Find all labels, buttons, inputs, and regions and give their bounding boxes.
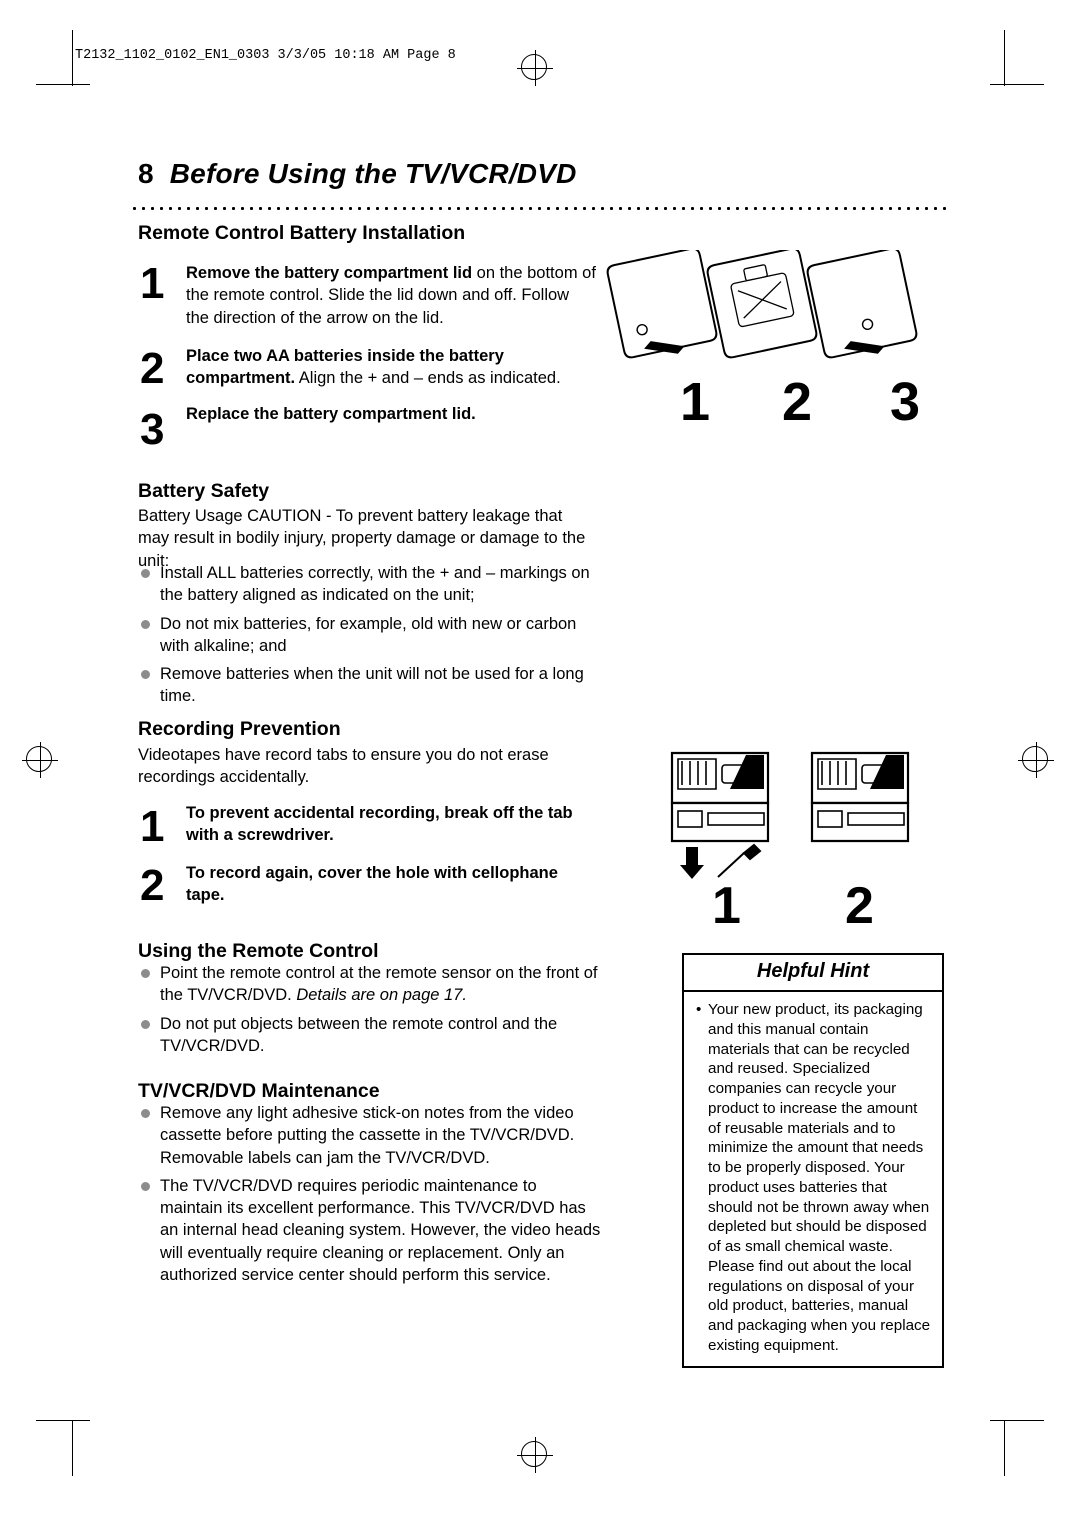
maintenance-bullets: Remove any light adhesive stick-on notes… <box>138 1102 602 1292</box>
videocassette-illustration <box>670 751 910 879</box>
step-text-rp-2: To record again, cover the hole with cel… <box>186 862 598 907</box>
figure-label-remote-2: 2 <box>782 372 813 432</box>
bullet-text: Install ALL batteries correctly, with th… <box>160 564 590 605</box>
helpful-hint-body: Your new product, its packaging and this… <box>684 992 942 1366</box>
bullet-text: Remove any light adhesive stick-on notes… <box>160 1104 575 1167</box>
step-text-rp-2-bold: To record again, cover the hole with cel… <box>186 864 558 905</box>
helpful-hint-title: Helpful Hint <box>684 955 942 992</box>
step-text-rp-1-bold: To prevent accidental recording, break o… <box>186 804 573 845</box>
battery-safety-bullets: Install ALL batteries correctly, with th… <box>138 562 602 714</box>
remote-control-illustration <box>606 250 918 359</box>
step-text-1: Remove the battery compartment lid on th… <box>186 262 596 329</box>
list-item: Do not mix batteries, for example, old w… <box>138 613 602 658</box>
figure-label-cassette-2: 2 <box>845 877 874 935</box>
helpful-hint-paragraph-1: Your new product, its packaging and this… <box>696 1000 932 1257</box>
crop-mark-top-left-horizontal <box>36 84 90 85</box>
step-text-2: Place two AA batteries inside the batter… <box>186 345 596 390</box>
helpful-hint-paragraph-2: Please find out about the local regulati… <box>708 1257 931 1354</box>
heading-maintenance: TV/VCR/DVD Maintenance <box>138 1080 380 1102</box>
bullet-text: Do not put objects between the remote co… <box>160 1014 558 1055</box>
page-title-text: Before Using the TV/VCR/DVD <box>169 158 577 189</box>
helpful-hint-box: Helpful Hint Your new product, its packa… <box>682 953 944 1368</box>
using-remote-bullets: Point the remote control at the remote s… <box>138 962 602 1063</box>
list-item: Remove batteries when the unit will not … <box>138 663 602 708</box>
title-divider <box>130 206 948 211</box>
figure-label-cassette-1: 1 <box>712 877 741 935</box>
crop-mark-top-left-vertical <box>72 30 73 86</box>
step-text-3-bold: Replace the battery compartment lid. <box>186 405 476 423</box>
bullet-text: The TV/VCR/DVD requires periodic mainten… <box>160 1176 601 1284</box>
registration-mark-bottom <box>517 1437 553 1473</box>
bullet-text: Remove batteries when the unit will not … <box>160 665 584 706</box>
registration-mark-right <box>1018 742 1054 778</box>
heading-battery-installation: Remote Control Battery Installation <box>138 222 466 244</box>
bullet-text: Do not mix batteries, for example, old w… <box>160 614 577 655</box>
crop-mark-bottom-left-vertical <box>72 1420 73 1476</box>
list-item: Do not put objects between the remote co… <box>138 1013 602 1058</box>
crop-mark-bottom-right-vertical <box>1004 1420 1005 1476</box>
figure-label-remote-1: 1 <box>680 372 711 432</box>
list-item: The TV/VCR/DVD requires periodic mainten… <box>138 1175 602 1286</box>
step-number-rp-2: 2 <box>140 861 165 910</box>
heading-recording-prevention: Recording Prevention <box>138 718 341 740</box>
step-text-3: Replace the battery compartment lid. <box>186 403 596 425</box>
crop-mark-top-right-vertical <box>1004 30 1005 86</box>
crop-mark-top-right-horizontal <box>990 84 1044 85</box>
crop-mark-bottom-left-horizontal <box>36 1420 90 1421</box>
recording-prevention-intro: Videotapes have record tabs to ensure yo… <box>138 746 549 787</box>
page-number: 8 <box>138 158 154 189</box>
list-item: Point the remote control at the remote s… <box>138 962 602 1007</box>
step-number-2: 2 <box>140 344 165 393</box>
step-text-rp-1: To prevent accidental recording, break o… <box>186 802 598 847</box>
step-number-rp-1: 1 <box>140 802 165 851</box>
crop-mark-bottom-right-horizontal <box>990 1420 1044 1421</box>
figure-label-remote-3: 3 <box>890 372 921 432</box>
heading-battery-safety: Battery Safety <box>138 480 270 502</box>
list-item: Install ALL batteries correctly, with th… <box>138 562 602 607</box>
registration-mark-top <box>517 50 553 86</box>
step-number-1: 1 <box>140 259 165 308</box>
step-text-2-rest: Align the + and – ends as indicated. <box>295 369 561 388</box>
page-title: 8 Before Using the TV/VCR/DVD <box>138 158 577 190</box>
print-file-stamp: T2132_1102_0102_EN1_0303 3/3/05 10:18 AM… <box>75 48 456 63</box>
step-text-1-bold: Remove the battery compartment lid <box>186 264 473 282</box>
bullet-text-italic: Details are on page 17. <box>296 986 467 1005</box>
list-item: Remove any light adhesive stick-on notes… <box>138 1102 602 1169</box>
step-number-3: 3 <box>140 405 165 454</box>
registration-mark-left <box>22 742 58 778</box>
heading-using-remote: Using the Remote Control <box>138 940 379 962</box>
